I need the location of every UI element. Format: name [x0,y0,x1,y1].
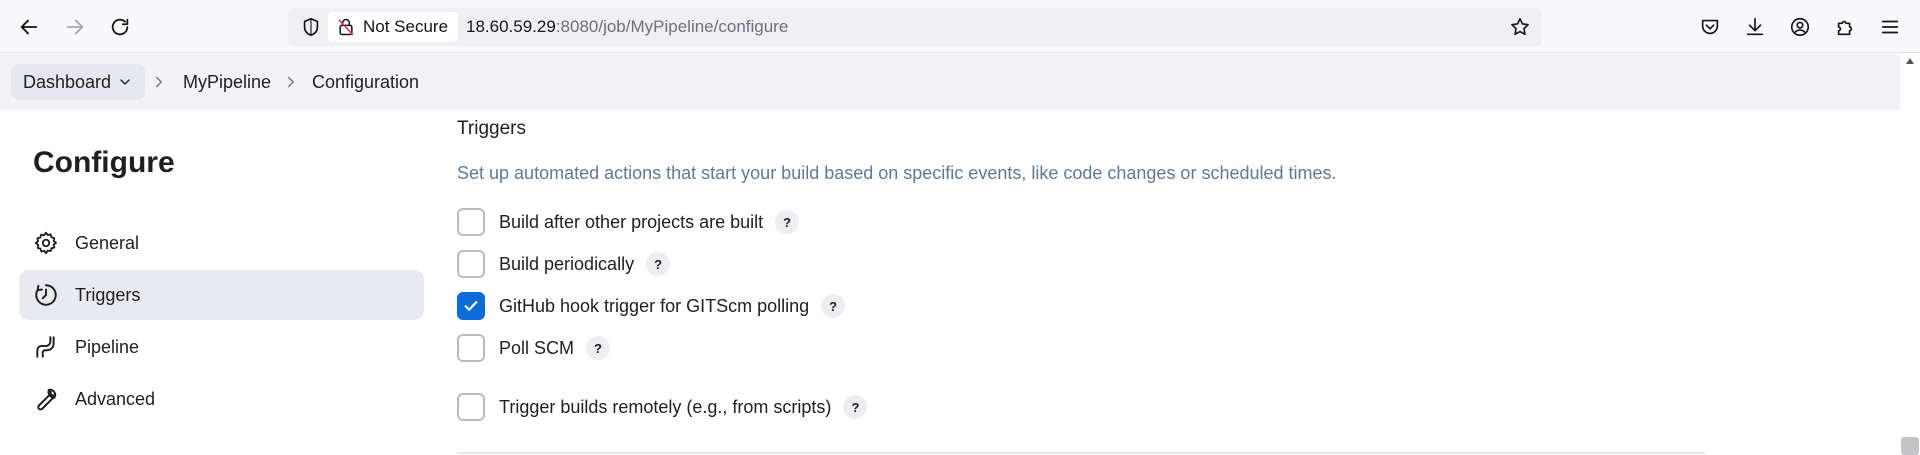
breadcrumb-dashboard[interactable]: Dashboard [11,64,146,100]
page-title: Configure [33,146,175,179]
sidebar-item-triggers[interactable]: Triggers [19,270,424,320]
breadcrumb: Dashboard MyPipeline Configuration [0,54,1900,110]
url-text[interactable]: 18.60.59.29:8080/job/MyPipeline/configur… [466,17,788,37]
help-button[interactable]: ? [646,252,671,276]
sidebar-item-label: Pipeline [75,336,140,357]
trigger-poll-scm[interactable]: Poll SCM ? [457,333,611,363]
address-bar[interactable]: Not Secure 18.60.59.29:8080/job/MyPipeli… [288,8,1541,46]
checkbox[interactable] [457,250,485,278]
trigger-label[interactable]: Trigger builds remotely (e.g., from scri… [499,397,831,418]
sidebar-item-label: Advanced [75,388,156,409]
section-divider [457,452,1705,454]
arrow-right-icon [66,19,84,35]
trigger-label[interactable]: Poll SCM [499,338,574,359]
checkbox[interactable] [457,334,485,362]
sidebar-item-advanced[interactable]: Advanced [19,374,424,424]
trigger-label[interactable]: GitHub hook trigger for GITScm polling [499,296,809,317]
trigger-build-after-other-projects[interactable]: Build after other projects are built ? [457,207,800,237]
url-host: 18.60.59.29 [466,17,556,36]
help-button[interactable]: ? [586,336,611,360]
chevron-right-icon [156,76,162,88]
wrench-icon [37,388,57,411]
puzzle-icon [1837,20,1853,36]
pocket-button[interactable] [1696,13,1724,41]
forward-button[interactable] [56,9,94,45]
checkbox-checked[interactable] [457,292,485,320]
not-secure-badge[interactable]: Not Secure [328,12,459,42]
back-button[interactable] [10,9,48,45]
help-button[interactable]: ? [775,210,800,234]
timer-icon [35,284,57,306]
sidebar-item-label: Triggers [75,284,141,305]
arrow-left-icon [20,19,38,35]
pipeline-icon [36,336,55,358]
not-secure-label: Not Secure [363,17,449,36]
bookmark-star-icon[interactable] [1509,16,1531,38]
help-button[interactable]: ? [821,294,846,318]
hamburger-menu-icon [1881,20,1899,34]
breadcrumb-dashboard-label: Dashboard [23,71,112,92]
help-button[interactable]: ? [843,395,868,419]
chevron-down-icon[interactable] [117,74,133,90]
download-icon [1746,17,1764,36]
insecure-lock-icon [338,18,354,36]
trigger-builds-remotely[interactable]: Trigger builds remotely (e.g., from scri… [457,392,868,422]
section-title: Triggers [457,118,526,139]
scroll-up-arrow-icon[interactable] [1905,56,1915,66]
url-path: :8080/job/MyPipeline/configure [555,17,789,36]
sidebar-item-label: General [75,232,140,253]
reload-icon [111,18,129,36]
account-button[interactable] [1786,13,1814,41]
trigger-build-periodically[interactable]: Build periodically ? [457,249,671,279]
section-description: Set up automated actions that start your… [457,163,1337,183]
breadcrumb-mypipeline[interactable]: MyPipeline [183,64,271,100]
scrollbar[interactable] [1900,54,1920,455]
checkbox[interactable] [457,208,485,236]
gear-icon [34,231,57,255]
sidebar-item-pipeline[interactable]: Pipeline [19,322,424,372]
breadcrumb-configuration[interactable]: Configuration [312,64,419,100]
sidebar-item-general[interactable]: General [19,218,424,268]
extensions-button[interactable] [1831,13,1859,41]
pocket-icon [1701,19,1719,35]
downloads-button[interactable] [1741,13,1769,41]
shield-icon[interactable] [300,16,322,38]
trigger-github-hook[interactable]: GitHub hook trigger for GITScm polling ? [457,291,846,321]
browser-toolbar: Not Secure 18.60.59.29:8080/job/MyPipeli… [0,0,1920,53]
trigger-label[interactable]: Build periodically [499,254,634,275]
scrollbar-thumb[interactable] [1901,437,1919,455]
checkmark-icon [464,301,478,311]
checkbox[interactable] [457,393,485,421]
trigger-label[interactable]: Build after other projects are built [499,212,763,233]
reload-button[interactable] [101,9,139,45]
menu-button[interactable] [1876,13,1904,41]
account-icon [1790,17,1810,37]
chevron-right-icon [288,76,294,88]
